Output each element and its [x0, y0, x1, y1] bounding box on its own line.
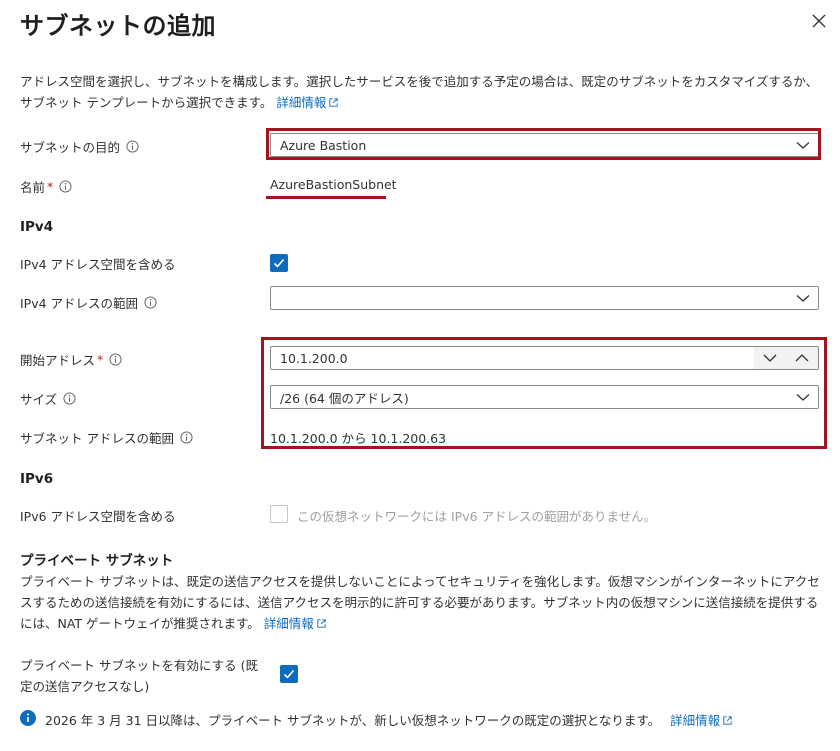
info-icon[interactable] [180, 431, 193, 444]
notice-learn-more-link[interactable]: 詳細情報 [670, 713, 733, 728]
ipv6-include-label: IPv6 アドレス空間を含める [20, 509, 176, 524]
chevron-down-icon [796, 292, 810, 304]
ipv4-heading: IPv4 [20, 219, 54, 235]
name-value: AzureBastionSubnet [270, 177, 397, 192]
ipv4-include-label: IPv4 アドレス空間を含める [20, 257, 176, 272]
ipv6-heading: IPv6 [20, 471, 54, 487]
name-underline [266, 196, 386, 199]
private-subnet-description: プライベート サブネットは、既定の送信アクセスを提供しないことによってセキュリテ… [20, 574, 820, 631]
panel-title: サブネットの追加 [20, 12, 216, 40]
intro-learn-more-link[interactable]: 詳細情報 [276, 95, 339, 110]
private-enable-checkbox[interactable] [280, 665, 298, 683]
info-icon[interactable] [126, 140, 139, 153]
intro-text: アドレス空間を選択し、サブネットを構成します。選択したサービスを後で追加する予定… [20, 74, 819, 110]
ipv6-disabled-message: この仮想ネットワークには IPv6 アドレスの範囲がありません。 [297, 509, 657, 524]
external-link-icon [723, 716, 732, 725]
private-learn-more-link[interactable]: 詳細情報 [264, 616, 327, 631]
external-link-icon [329, 98, 338, 107]
info-icon[interactable] [59, 180, 72, 193]
close-icon[interactable] [810, 12, 828, 30]
external-link-icon [317, 619, 326, 628]
notice-message: 2026 年 3 月 31 日以降は、プライベート サブネットが、新しい仮想ネッ… [45, 710, 733, 729]
private-enable-label: プライベート サブネットを有効にする (既 定の送信アクセスなし) [20, 658, 258, 694]
ipv4-range-label: IPv4 アドレスの範囲 [20, 293, 157, 312]
purpose-label: サブネットの目的 [20, 137, 139, 156]
name-label: 名前 * [20, 177, 72, 196]
purpose-highlight [266, 128, 821, 160]
info-icon[interactable] [144, 296, 157, 309]
ipv6-include-checkbox [270, 505, 288, 523]
info-filled-icon [20, 710, 36, 726]
intro-description: アドレス空間を選択し、サブネットを構成します。選択したサービスを後で追加する予定… [20, 71, 820, 113]
ipv4-range-dropdown[interactable] [270, 286, 819, 310]
size-label: サイズ [20, 389, 76, 408]
start-address-label: 開始アドレス * [20, 350, 122, 369]
info-icon[interactable] [109, 353, 122, 366]
private-subnet-heading: プライベート サブネット [20, 553, 174, 569]
subnet-range-label: サブネット アドレスの範囲 [20, 428, 193, 447]
ipv4-include-checkbox[interactable] [270, 254, 288, 272]
info-icon[interactable] [63, 392, 76, 405]
address-highlight [261, 337, 827, 449]
